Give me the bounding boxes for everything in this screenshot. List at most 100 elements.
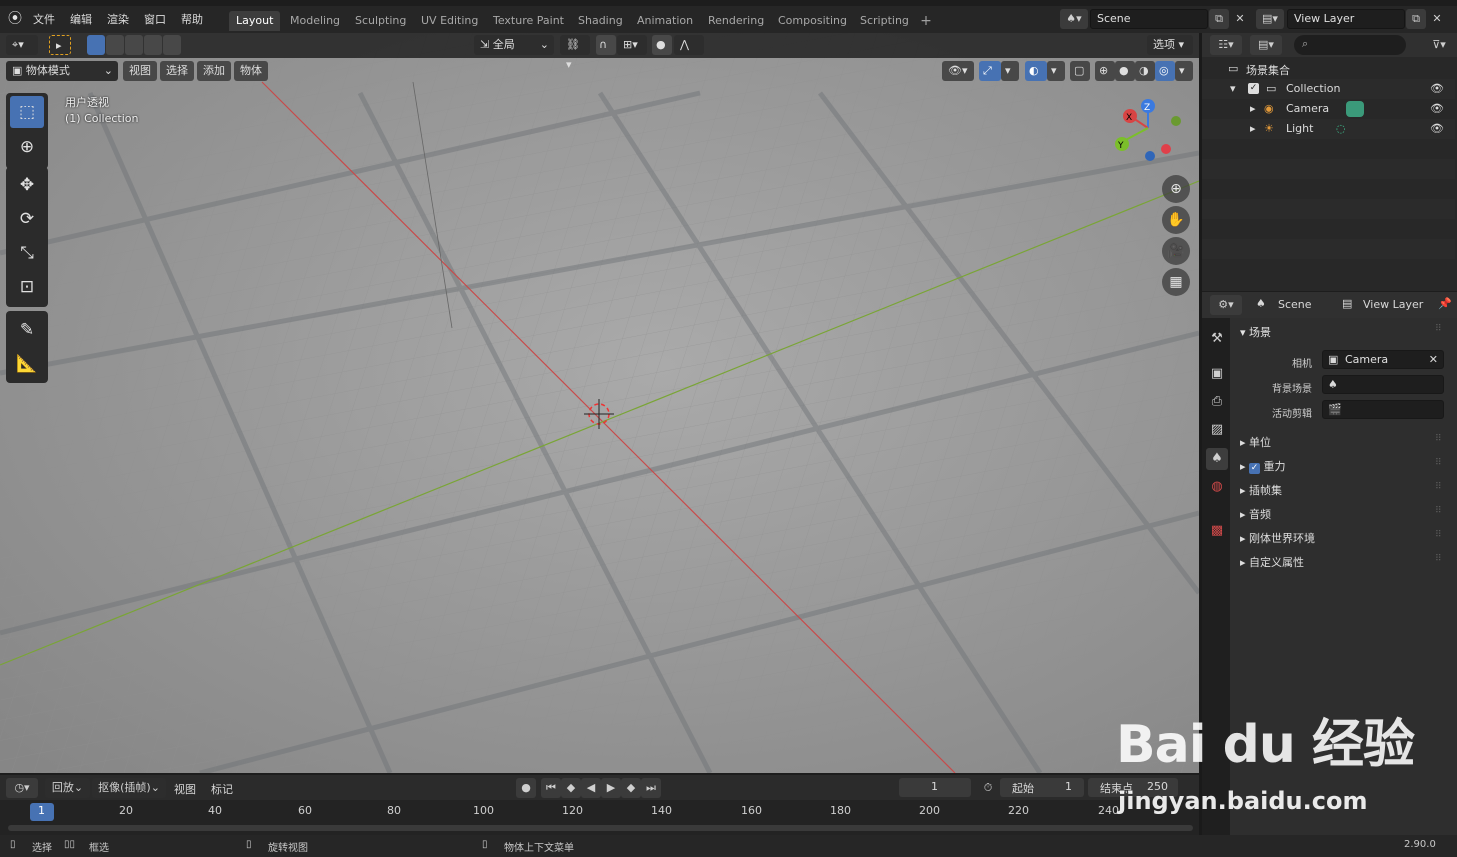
scene-panel-header[interactable]: ▾ 场景 xyxy=(1240,324,1271,340)
record-icon[interactable]: ● xyxy=(516,778,536,798)
world-tab-icon[interactable]: ◍ xyxy=(1206,476,1228,498)
menu-help[interactable]: 帮助 xyxy=(181,12,203,28)
gravity-checkbox[interactable]: ✓ xyxy=(1249,463,1261,474)
select-tool-icon[interactable]: ▸ xyxy=(49,35,71,55)
select-extend-icon[interactable] xyxy=(106,35,124,55)
tab-layout[interactable]: Layout xyxy=(229,11,281,31)
menu-file[interactable]: 文件 xyxy=(33,12,55,28)
current-frame-field[interactable]: 1 xyxy=(899,778,971,797)
keying-sets-panel[interactable]: ▸ 插帧集 xyxy=(1240,482,1282,498)
xray-toggle-icon[interactable]: ▢ xyxy=(1070,61,1090,81)
timeline-editor-type-icon[interactable]: ◷▾ xyxy=(6,778,38,798)
blender-logo-icon[interactable]: ⦿ xyxy=(6,11,24,27)
playback-dropdown[interactable]: 回放⌄ xyxy=(45,778,90,798)
light-data-icon[interactable]: ◌ xyxy=(1336,122,1346,135)
tool-tab-icon[interactable]: ⚒ xyxy=(1206,328,1228,350)
snap-target-dropdown[interactable]: ⊞▾ xyxy=(617,35,647,55)
eye-icon[interactable]: 👁 xyxy=(1430,82,1444,95)
visibility-dropdown[interactable]: 👁▾ xyxy=(942,61,974,81)
drag-handle-icon[interactable]: ⠿ xyxy=(1435,530,1445,540)
play-reverse-icon[interactable]: ◀ xyxy=(581,778,601,798)
scene-name-field[interactable]: Scene xyxy=(1090,9,1208,29)
proportional-edit-icon[interactable]: ● xyxy=(652,35,672,55)
scene-tab-icon[interactable]: ♠ xyxy=(1206,448,1228,470)
menu-window[interactable]: 窗口 xyxy=(144,12,166,28)
tab-shading[interactable]: Shading xyxy=(571,11,630,31)
options-dropdown[interactable]: 选项 ▾ xyxy=(1147,35,1193,55)
display-mode-icon[interactable]: ▤▾ xyxy=(1250,35,1282,55)
expand-arrow-icon[interactable]: ▸ xyxy=(1250,122,1256,135)
timeline-marker-menu[interactable]: 标记 xyxy=(211,781,233,797)
eye-icon[interactable]: 👁 xyxy=(1430,102,1444,115)
wireframe-shading-icon[interactable]: ⊕ xyxy=(1095,61,1115,81)
3d-viewport[interactable]: ⌖▾ ▸ ⇲ 全局 ⌄ ⛓▾ ∩ ⊞▾ ● ⋀ 选项 ▾ ▣ 物体模式 ⌄ 视图… xyxy=(0,33,1199,773)
next-keyframe-icon[interactable]: ◆ xyxy=(621,778,641,798)
outliner-row-scene-collection[interactable]: ▭ 场景集合 xyxy=(1202,59,1455,79)
snap-toggle-icon[interactable]: ∩ xyxy=(596,35,616,55)
gravity-panel[interactable]: ▸ ✓ 重力 xyxy=(1240,458,1286,474)
clear-icon[interactable]: ✕ xyxy=(1429,353,1438,366)
navigation-gizmo[interactable]: Z X Y xyxy=(1108,98,1188,168)
overlay-toggle-icon[interactable]: ◐ xyxy=(1025,61,1047,81)
menu-add[interactable]: 添加 xyxy=(197,61,231,81)
menu-render[interactable]: 渲染 xyxy=(107,12,129,28)
move-tool-icon[interactable]: ✥ xyxy=(10,169,44,201)
transform-tool-icon[interactable]: ⊡ xyxy=(10,271,44,303)
properties-editor-type-icon[interactable]: ⚙▾ xyxy=(1210,295,1242,315)
timeline-view-menu[interactable]: 视图 xyxy=(174,781,196,797)
tab-animation[interactable]: Animation xyxy=(630,11,700,31)
solid-shading-icon[interactable]: ● xyxy=(1115,61,1135,81)
select-subtract-icon[interactable] xyxy=(125,35,143,55)
new-view-layer-icon[interactable]: ⧉ xyxy=(1406,9,1426,29)
outliner-search-input[interactable]: ⌕ xyxy=(1294,35,1406,55)
stopwatch-icon[interactable]: ⏱ xyxy=(978,778,998,798)
output-tab-icon[interactable]: ⎙ xyxy=(1206,391,1228,413)
transform-orientation-dropdown[interactable]: ⇲ 全局 ⌄ xyxy=(474,35,554,55)
jump-end-icon[interactable]: ⏭ xyxy=(641,778,661,798)
view-layer-field[interactable]: View Layer xyxy=(1287,9,1405,29)
tab-compositing[interactable]: Compositing xyxy=(771,11,854,31)
eye-icon[interactable]: 👁 xyxy=(1430,122,1444,135)
play-icon[interactable]: ▶ xyxy=(601,778,621,798)
falloff-dropdown[interactable]: ⋀ xyxy=(674,35,704,55)
measure-tool-icon[interactable]: 📐 xyxy=(10,348,44,380)
drag-handle-icon[interactable]: ⠿ xyxy=(1435,324,1445,334)
annotate-tool-icon[interactable]: ✎ xyxy=(10,314,44,346)
pivot-point-dropdown[interactable]: ⛓▾ xyxy=(560,35,590,71)
custom-properties-panel[interactable]: ▸ 自定义属性 xyxy=(1240,554,1304,570)
outliner-row-light[interactable]: ▸ ☀ Light ◌ 👁 xyxy=(1202,119,1455,139)
new-scene-icon[interactable]: ⧉ xyxy=(1209,9,1229,29)
menu-object[interactable]: 物体 xyxy=(234,61,268,81)
keying-dropdown[interactable]: 抠像(插帧)⌄ xyxy=(92,778,166,798)
drag-handle-icon[interactable]: ⠿ xyxy=(1435,458,1445,468)
menu-view[interactable]: 视图 xyxy=(123,61,157,81)
shading-dropdown[interactable]: ▾ xyxy=(1175,61,1193,81)
camera-data-icon[interactable] xyxy=(1346,101,1364,117)
cursor-tool-icon[interactable]: ⊕ xyxy=(10,131,44,163)
rotate-tool-icon[interactable]: ⟳ xyxy=(10,203,44,235)
tab-scripting[interactable]: Scripting xyxy=(853,11,916,31)
overlay-dropdown[interactable]: ▾ xyxy=(1047,61,1065,81)
outliner-row-camera[interactable]: ▸ ◉ Camera 👁 xyxy=(1202,99,1455,119)
material-shading-icon[interactable]: ◑ xyxy=(1135,61,1155,81)
units-panel[interactable]: ▸ 单位 xyxy=(1240,434,1271,450)
outliner-row-collection[interactable]: ▾ ✓ ▭ Collection 👁 xyxy=(1202,79,1455,99)
tab-uv-editing[interactable]: UV Editing xyxy=(414,11,485,31)
rendered-shading-icon[interactable]: ◎ xyxy=(1155,61,1175,81)
select-invert-icon[interactable] xyxy=(144,35,162,55)
tab-texture-paint[interactable]: Texture Paint xyxy=(486,11,571,31)
tab-rendering[interactable]: Rendering xyxy=(701,11,771,31)
add-workspace-button[interactable]: + xyxy=(917,11,935,31)
filter-icon[interactable]: ⊽▾ xyxy=(1424,35,1454,55)
camera-field[interactable]: ▣ Camera ✕ xyxy=(1322,350,1444,369)
drag-handle-icon[interactable]: ⠿ xyxy=(1435,434,1445,444)
tab-modeling[interactable]: Modeling xyxy=(283,11,347,31)
jump-start-icon[interactable]: ⏮ xyxy=(541,778,561,798)
active-clip-field[interactable]: 🎬 xyxy=(1322,400,1444,419)
render-tab-icon[interactable]: ▣ xyxy=(1206,363,1228,385)
zoom-view-icon[interactable]: ⊕ xyxy=(1162,175,1190,203)
delete-view-layer-icon[interactable]: ✕ xyxy=(1427,9,1447,29)
select-intersect-icon[interactable] xyxy=(163,35,181,55)
scene-selector-button[interactable]: ♠▾ xyxy=(1060,9,1088,29)
delete-scene-icon[interactable]: ✕ xyxy=(1230,9,1250,29)
